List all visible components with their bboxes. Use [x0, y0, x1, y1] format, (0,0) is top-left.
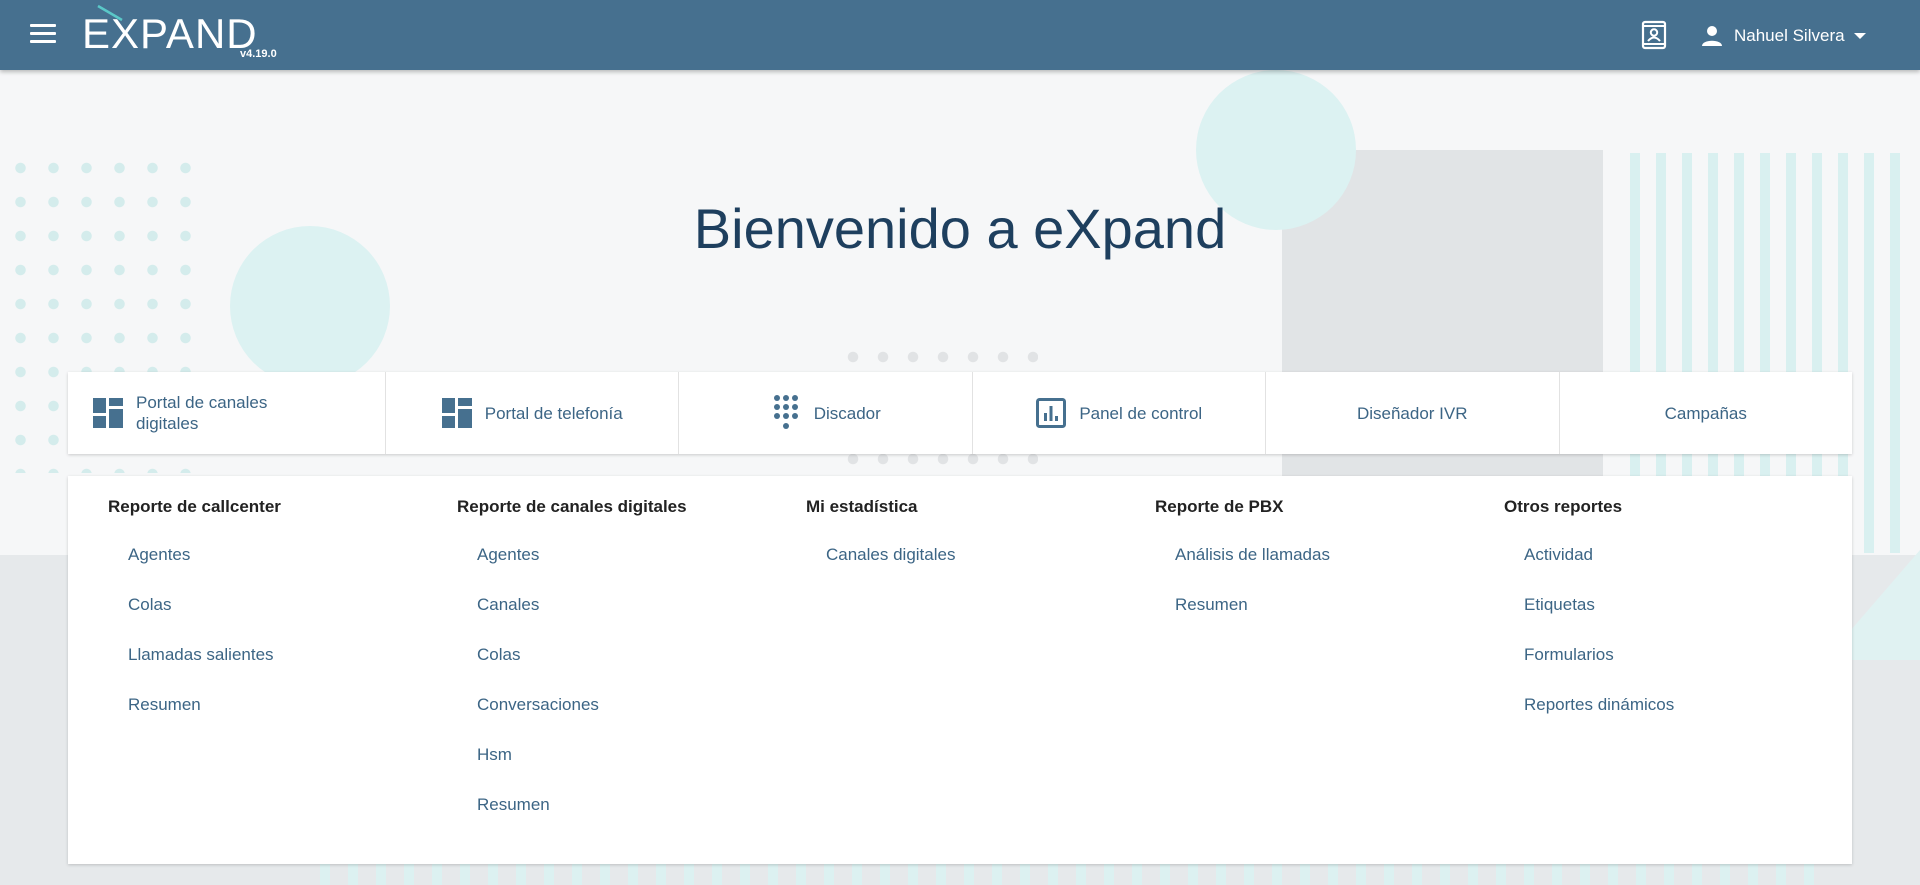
portal-label: Panel de control — [1079, 403, 1203, 423]
portal-label: Campañas — [1664, 403, 1747, 423]
background-dots-mid — [838, 350, 1038, 364]
portal-campanas[interactable]: Campañas — [1560, 372, 1853, 454]
dashboard-icon — [441, 397, 473, 429]
user-name: Nahuel Silvera — [1734, 26, 1845, 45]
report-link-resumen[interactable]: Resumen — [128, 693, 408, 743]
report-link-canales-digitales[interactable]: Canales digitales — [826, 543, 1106, 593]
person-icon — [1702, 26, 1722, 46]
portal-label: Portal de canales digitales — [136, 393, 268, 433]
report-link-actividad[interactable]: Actividad — [1524, 543, 1804, 593]
dialpad-icon — [770, 395, 802, 429]
reports-card: Reporte de callcenter Agentes Colas Llam… — [68, 476, 1852, 864]
report-link-llamadas-salientes[interactable]: Llamadas salientes — [128, 643, 408, 693]
portal-label: Discador — [813, 403, 881, 423]
report-link-colas[interactable]: Colas — [477, 643, 757, 693]
report-link-resumen[interactable]: Resumen — [477, 793, 757, 843]
portal-telefonia[interactable]: Portal de telefonía — [386, 372, 679, 454]
portal-label: Diseñador IVR — [1356, 403, 1468, 423]
report-link-hsm[interactable]: Hsm — [477, 743, 757, 793]
report-link-reportes-dinamicos[interactable]: Reportes dinámicos — [1524, 693, 1804, 743]
report-section-title: Reporte de callcenter — [108, 497, 281, 516]
app-version: v4.19.0 — [240, 48, 277, 60]
report-column-otros: Otros reportes Actividad Etiquetas Formu… — [1464, 496, 1804, 743]
report-link-canales[interactable]: Canales — [477, 593, 757, 643]
logo-text: EXPAND — [82, 10, 258, 57]
portal-panel-de-control[interactable]: Panel de control — [973, 372, 1266, 454]
report-link-resumen[interactable]: Resumen — [1175, 593, 1455, 643]
portal-label: Portal de telefonía — [484, 403, 623, 423]
report-link-colas[interactable]: Colas — [128, 593, 408, 643]
portal-disenador-ivr[interactable]: Diseñador IVR — [1266, 372, 1560, 454]
report-column-pbx: Reporte de PBX Análisis de llamadas Resu… — [1115, 496, 1455, 643]
report-section-title: Reporte de PBX — [1155, 497, 1284, 516]
report-link-etiquetas[interactable]: Etiquetas — [1524, 593, 1804, 643]
chevron-down-icon — [1853, 33, 1866, 39]
portal-bar: Portal de canales digitales Portal de te… — [68, 372, 1852, 454]
portal-discador[interactable]: Discador — [679, 372, 973, 454]
report-column-mi-estadistica: Mi estadística Canales digitales — [766, 496, 1106, 593]
user-menu[interactable]: Nahuel Silvera — [1700, 22, 1866, 50]
top-app-bar: EXPAND v4.19.0 Nahuel Silvera — [0, 0, 1920, 70]
page-title: Bienvenido a eXpand — [693, 197, 1227, 260]
dashboard-icon — [92, 397, 124, 429]
report-link-agentes[interactable]: Agentes — [477, 543, 757, 593]
report-link-formularios[interactable]: Formularios — [1524, 643, 1804, 693]
report-section-title: Reporte de canales digitales — [457, 497, 687, 516]
hamburger-menu-icon[interactable] — [30, 24, 56, 44]
report-column-canales-digitales: Reporte de canales digitales Agentes Can… — [417, 496, 757, 843]
contact-card-icon[interactable] — [1640, 20, 1668, 50]
portal-canales-digitales[interactable]: Portal de canales digitales — [68, 372, 386, 454]
report-column-callcenter: Reporte de callcenter Agentes Colas Llam… — [68, 496, 408, 743]
report-link-analisis-de-llamadas[interactable]: Análisis de llamadas — [1175, 543, 1455, 593]
report-link-conversaciones[interactable]: Conversaciones — [477, 693, 757, 743]
background-dots-mid-lower — [838, 452, 1038, 466]
report-section-title: Mi estadística — [806, 497, 918, 516]
analytics-icon — [1035, 397, 1067, 429]
report-section-title: Otros reportes — [1504, 497, 1623, 516]
report-link-agentes[interactable]: Agentes — [128, 543, 408, 593]
